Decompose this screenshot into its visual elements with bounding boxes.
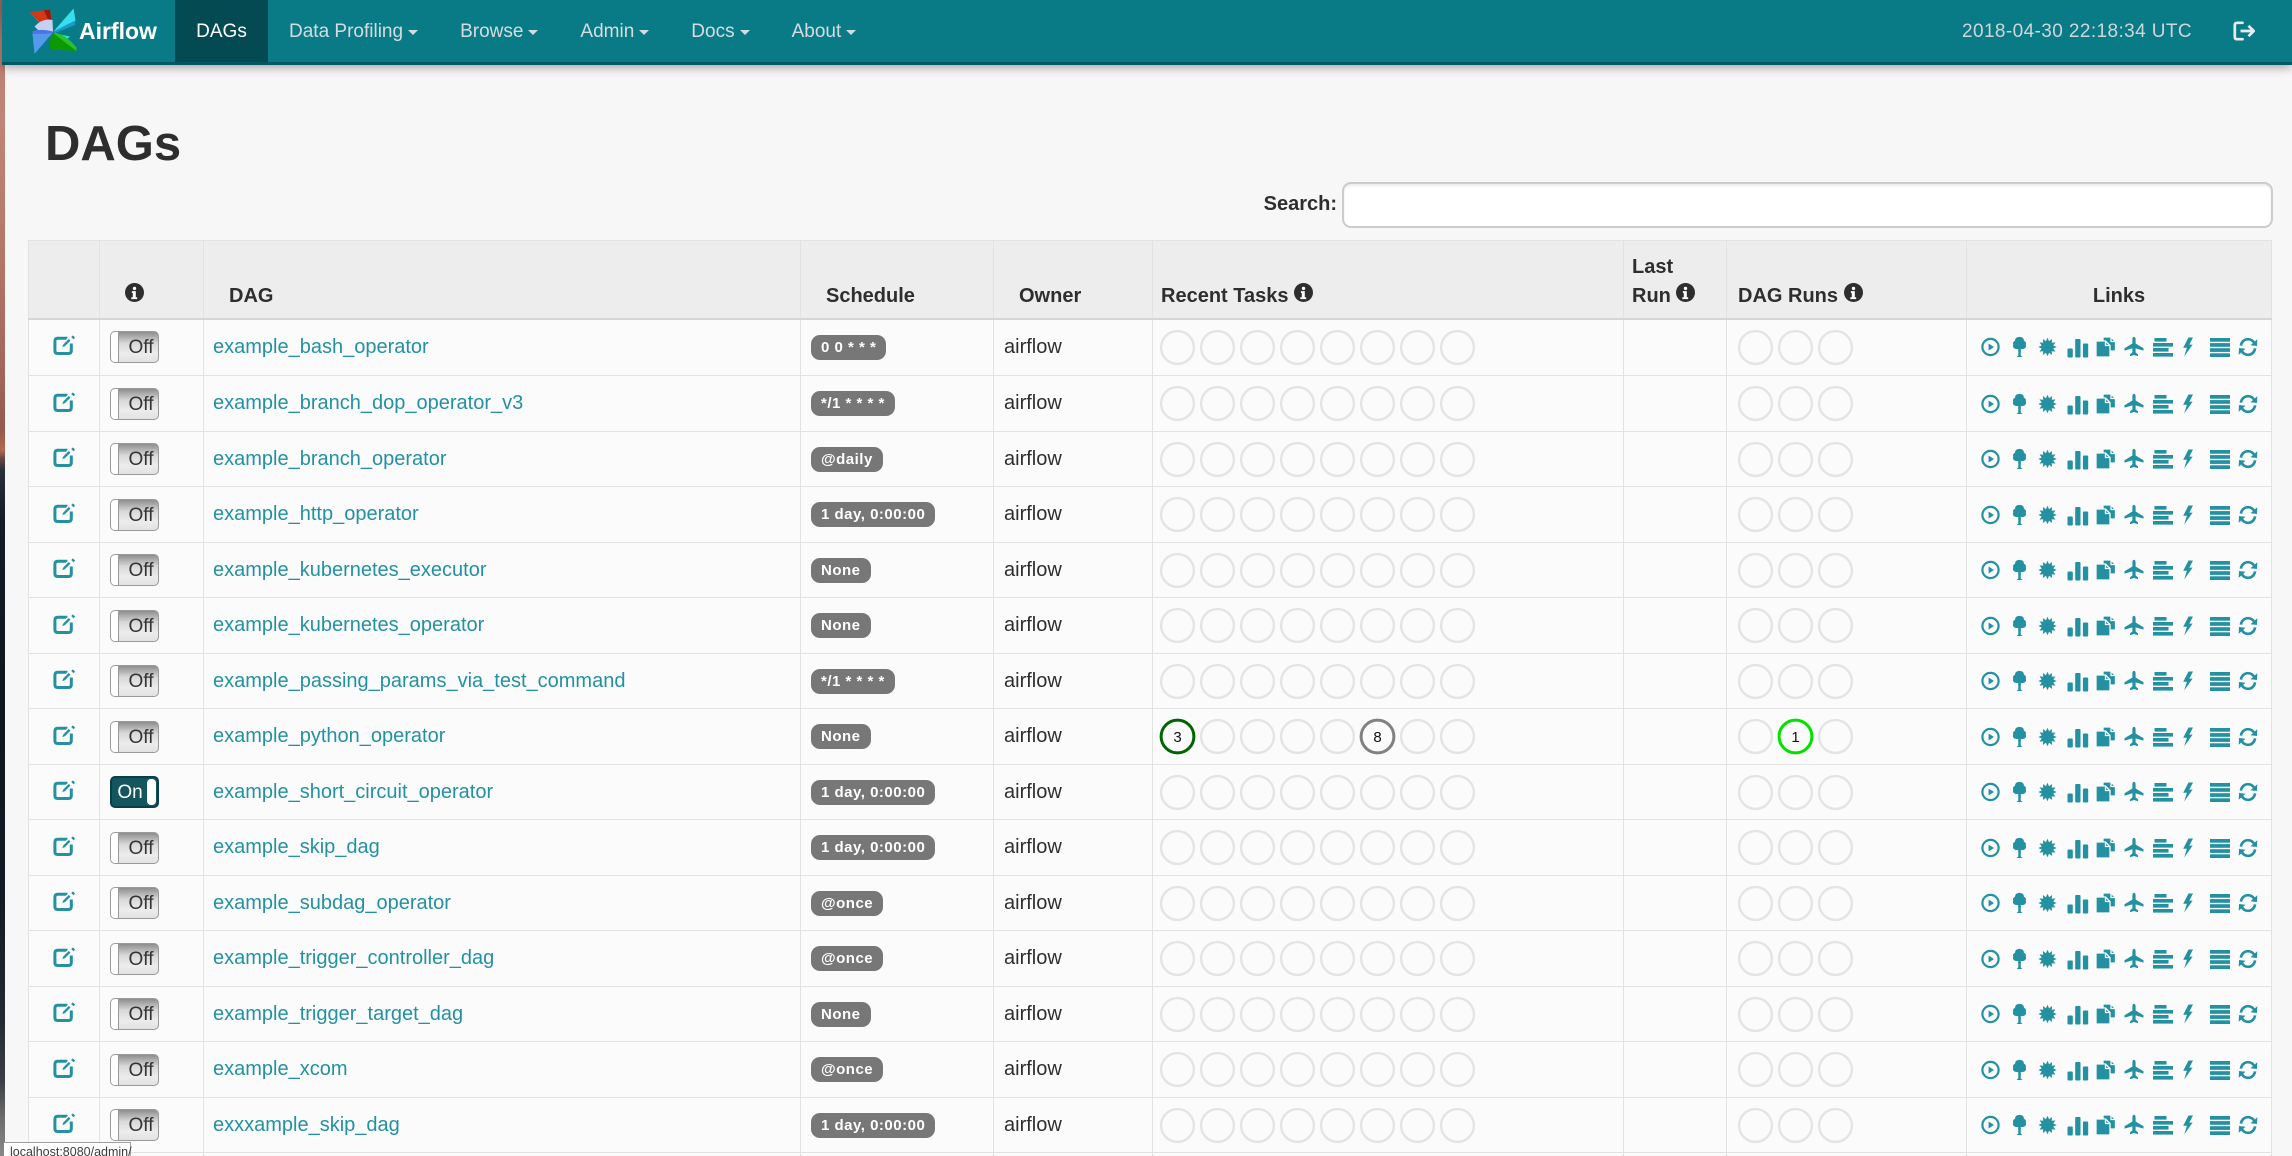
svg-text:3: 3 — [1173, 729, 1181, 746]
svg-text:8: 8 — [1373, 729, 1381, 746]
svg-text:1: 1 — [1791, 729, 1799, 746]
